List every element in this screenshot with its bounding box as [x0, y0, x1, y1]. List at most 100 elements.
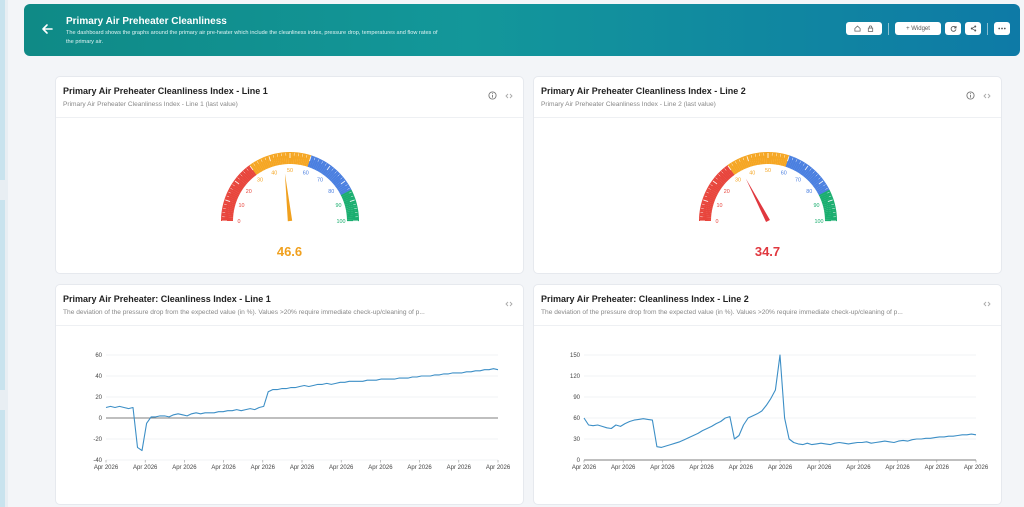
- y-tick-label: 90: [573, 395, 580, 401]
- gauge-tick-label: 20: [724, 189, 730, 195]
- gauge-value: 34.7: [754, 244, 781, 259]
- y-tick-label: 0: [99, 416, 103, 422]
- home-lock-button[interactable]: [846, 22, 882, 35]
- gauge-tick-label: 60: [781, 170, 787, 176]
- x-tick-label: Apr 2026: [807, 465, 832, 471]
- gauge-tick-label: 40: [271, 170, 277, 176]
- gauge-tick-label: 80: [806, 189, 812, 195]
- header-separator: [888, 22, 889, 35]
- more-button[interactable]: [994, 22, 1010, 35]
- x-tick-label: Apr 2026: [290, 465, 315, 471]
- home-icon: [854, 25, 861, 32]
- x-tick-label: Apr 2026: [650, 465, 675, 471]
- gauge-tick-label: 70: [317, 178, 323, 184]
- line-chart-card-line-2: Primary Air Preheater: Cleanliness Index…: [533, 284, 1002, 505]
- gauge-tick-label: 40: [749, 170, 755, 176]
- widget-actions: [488, 91, 513, 100]
- y-tick-label: 60: [95, 353, 102, 359]
- gauge-value: 46.6: [276, 244, 303, 259]
- header-actions: + Widget: [846, 22, 1010, 35]
- x-tick-label: Apr 2026: [329, 465, 354, 471]
- gauge-tick-label: 0: [716, 219, 719, 225]
- gauge-tick-label: 100: [337, 219, 346, 225]
- y-tick-label: 60: [573, 416, 580, 422]
- add-widget-button[interactable]: + Widget: [895, 22, 941, 35]
- gauge-card-line-2: Primary Air Preheater Cleanliness Index …: [533, 76, 1002, 274]
- gauge-tick-label: 20: [246, 189, 252, 195]
- series-line: [583, 354, 977, 448]
- share-icon: [970, 25, 976, 32]
- refresh-button[interactable]: [945, 22, 961, 35]
- line-chart: 1501209060300Apr 2026 Apr 2026 Apr 2026 Apr…: [570, 353, 989, 471]
- info-icon[interactable]: [966, 91, 975, 100]
- gauge-tick-label: 90: [814, 203, 820, 209]
- gauge-tick-label: 60: [303, 170, 309, 176]
- x-tick-label: Apr 2026: [611, 465, 636, 471]
- x-tick-label: Apr 2026: [407, 465, 432, 471]
- gauge-tick-label: 90: [336, 203, 342, 209]
- x-tick-label: Apr 2026: [846, 465, 871, 471]
- header-separator: [987, 22, 988, 35]
- x-tick-label: Apr 2026: [94, 465, 119, 471]
- gauge-chart: 0 10 20 30 40 50 60 70 80 90 100: [699, 152, 837, 225]
- back-arrow-icon[interactable]: [40, 22, 54, 36]
- y-tick-label: 20: [95, 395, 102, 401]
- dashboard-title: Primary Air Preheater Cleanliness: [66, 16, 227, 27]
- more-icon: [998, 27, 1006, 30]
- widget-actions: [966, 91, 991, 100]
- share-button[interactable]: [965, 22, 981, 35]
- x-tick-label: Apr 2026: [211, 465, 236, 471]
- x-tick-label: Apr 2026: [133, 465, 158, 471]
- y-tick-label: 150: [570, 353, 581, 359]
- x-tick-label: Apr 2026: [447, 465, 472, 471]
- x-tick-label: Apr 2026: [964, 465, 989, 471]
- gauge-tick-label: 0: [238, 219, 241, 225]
- gauge-tick-label: 10: [238, 203, 244, 209]
- y-tick-label: -40: [93, 458, 102, 464]
- y-tick-label: 40: [95, 374, 102, 380]
- x-tick-label: Apr 2026: [885, 465, 910, 471]
- x-tick-label: Apr 2026: [486, 465, 511, 471]
- gauge-tick-label: 70: [795, 178, 801, 184]
- y-tick-label: -20: [93, 437, 102, 443]
- line-chart: 6040200-20-40Apr 2026 Apr 2026 Apr 2026 Apr…: [93, 353, 511, 471]
- dashboard-header: Primary Air Preheater Cleanliness The da…: [24, 4, 1020, 56]
- gauge-tick-label: 30: [735, 178, 741, 184]
- refresh-icon: [950, 25, 956, 32]
- gauge-tick-label: 30: [257, 178, 263, 184]
- widget-title: Primary Air Preheater Cleanliness Index …: [63, 86, 268, 96]
- lock-icon: [867, 25, 874, 32]
- widget-divider: [56, 117, 523, 118]
- code-icon[interactable]: [983, 93, 991, 99]
- x-tick-label: Apr 2026: [572, 465, 597, 471]
- gauge-needle: [284, 173, 293, 222]
- y-tick-label: 0: [577, 458, 581, 464]
- x-tick-label: Apr 2026: [729, 465, 754, 471]
- gauge-tick-label: 80: [328, 189, 334, 195]
- x-tick-label: Apr 2026: [768, 465, 793, 471]
- gauge-needle: [745, 178, 770, 223]
- series-line: [105, 368, 499, 452]
- dashboard-description: The dashboard shows the graphs around th…: [66, 30, 438, 45]
- widget-subtitle: Primary Air Preheater Cleanliness Index …: [541, 101, 716, 108]
- line-chart-card-line-1: Primary Air Preheater: Cleanliness Index…: [55, 284, 524, 505]
- x-tick-label: Apr 2026: [172, 465, 197, 471]
- info-icon[interactable]: [488, 91, 497, 100]
- gauge-tick-label: 50: [287, 168, 293, 174]
- x-tick-label: Apr 2026: [925, 465, 950, 471]
- gauge-tick-label: 50: [765, 168, 771, 174]
- code-icon[interactable]: [505, 93, 513, 99]
- widget-subtitle: Primary Air Preheater Cleanliness Index …: [63, 101, 238, 108]
- gauge-chart: 0 10 20 30 40 50 60 70 80 90 100: [221, 152, 359, 225]
- widget-divider: [534, 117, 1001, 118]
- x-tick-label: Apr 2026: [251, 465, 276, 471]
- x-tick-label: Apr 2026: [689, 465, 714, 471]
- y-tick-label: 120: [570, 374, 581, 380]
- x-tick-label: Apr 2026: [368, 465, 393, 471]
- widget-title: Primary Air Preheater Cleanliness Index …: [541, 86, 746, 96]
- gauge-tick-label: 100: [815, 219, 824, 225]
- left-edge-strip: [0, 0, 8, 507]
- gauge-card-line-1: Primary Air Preheater Cleanliness Index …: [55, 76, 524, 274]
- y-tick-label: 30: [573, 437, 580, 443]
- gauge-tick-label: 10: [716, 203, 722, 209]
